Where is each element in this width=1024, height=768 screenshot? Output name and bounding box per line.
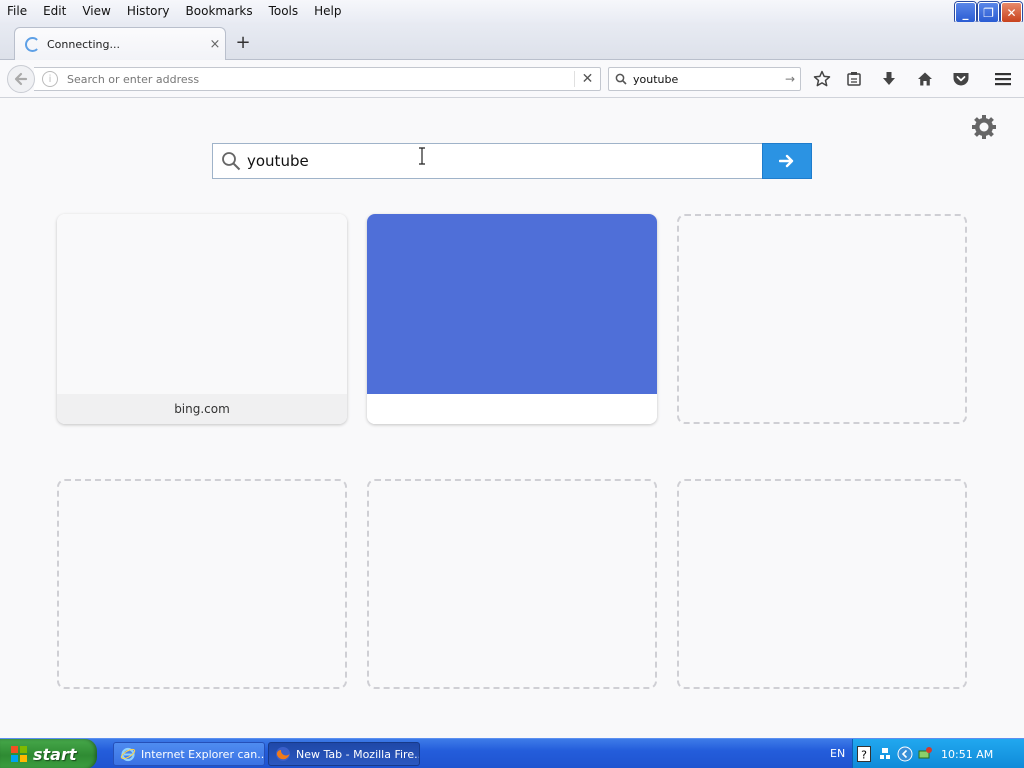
- taskbar-item-firefox[interactable]: New Tab - Mozilla Fire...: [268, 742, 420, 766]
- top-site-tile-bing[interactable]: bing.com: [57, 214, 347, 424]
- search-icon: [222, 152, 241, 171]
- menu-help[interactable]: Help: [306, 0, 349, 22]
- menu-bookmarks[interactable]: Bookmarks: [178, 0, 261, 22]
- restore-button[interactable]: ❐: [978, 2, 999, 23]
- firefox-icon: [276, 747, 290, 761]
- pocket-icon[interactable]: [950, 69, 972, 89]
- new-tab-plus-icon[interactable]: +: [234, 34, 252, 52]
- menu-history[interactable]: History: [119, 0, 178, 22]
- bookmark-star-icon[interactable]: [811, 69, 833, 89]
- newtab-search-go-button[interactable]: [762, 143, 812, 179]
- internet-explorer-icon: [120, 747, 136, 762]
- arrow-right-icon: [779, 154, 794, 168]
- tab-close-icon[interactable]: ×: [205, 37, 225, 52]
- text-cursor-icon: [419, 147, 425, 165]
- bookmarks-menu-icon[interactable]: [843, 69, 865, 89]
- hamburger-menu-icon[interactable]: [992, 69, 1014, 89]
- address-input[interactable]: [67, 72, 574, 86]
- search-bar[interactable]: →: [608, 67, 801, 91]
- loading-spinner-icon: [25, 37, 40, 52]
- tab-title: Connecting...: [47, 38, 120, 51]
- start-button[interactable]: start: [0, 739, 97, 768]
- menu-file[interactable]: File: [0, 0, 35, 22]
- tab-strip: Connecting... × +: [0, 22, 1024, 61]
- chevron-left-icon[interactable]: [897, 746, 913, 762]
- minimize-button[interactable]: _: [955, 2, 976, 23]
- taskbar-item-label: Internet Explorer can...: [141, 747, 265, 761]
- windows-logo-icon: [11, 746, 27, 762]
- network-icon[interactable]: [879, 747, 891, 761]
- search-input[interactable]: [633, 72, 780, 86]
- menu-bar: File Edit View History Bookmarks Tools H…: [0, 0, 1024, 23]
- svg-text:?: ?: [861, 749, 867, 762]
- address-bar[interactable]: i ✕: [34, 67, 601, 91]
- taskbar-item-label: New Tab - Mozilla Fire...: [296, 747, 420, 761]
- help-icon[interactable]: ?: [857, 746, 871, 762]
- tile-caption: bing.com: [57, 394, 347, 424]
- menu-edit[interactable]: Edit: [35, 0, 74, 22]
- back-arrow-icon: [14, 72, 28, 86]
- empty-tile-placeholder: [367, 479, 657, 689]
- new-tab-page: bing.com: [0, 99, 1024, 738]
- menu-view[interactable]: View: [74, 0, 118, 22]
- home-icon[interactable]: [914, 69, 936, 89]
- newtab-search-field[interactable]: [212, 143, 762, 179]
- taskbar: start Internet Explorer can... New Tab -…: [0, 738, 1024, 768]
- downloads-icon[interactable]: [878, 69, 900, 89]
- clock[interactable]: 10:51 AM: [941, 748, 993, 761]
- tile-thumbnail: [57, 214, 347, 394]
- taskbar-item-internet-explorer[interactable]: Internet Explorer can...: [113, 742, 265, 766]
- newtab-search-box: [212, 143, 812, 179]
- language-indicator[interactable]: EN: [830, 747, 845, 760]
- navigation-toolbar: i ✕ →: [0, 60, 1024, 98]
- tile-thumbnail: [367, 214, 657, 394]
- search-go-arrow-icon[interactable]: →: [780, 72, 800, 86]
- tile-caption: [367, 394, 657, 424]
- safely-remove-hardware-icon[interactable]: [917, 746, 933, 762]
- clear-address-icon[interactable]: ✕: [574, 71, 600, 87]
- start-label: start: [33, 744, 77, 764]
- search-icon: [615, 73, 627, 85]
- system-tray: EN ? 10:51 AM: [830, 739, 1024, 768]
- empty-tile-placeholder: [57, 479, 347, 689]
- menu-tools[interactable]: Tools: [261, 0, 307, 22]
- back-button[interactable]: [7, 65, 35, 93]
- gear-icon[interactable]: [969, 112, 999, 142]
- close-window-button[interactable]: ✕: [1001, 2, 1022, 23]
- empty-tile-placeholder: [677, 479, 967, 689]
- top-site-tile[interactable]: [367, 214, 657, 424]
- info-icon[interactable]: i: [42, 71, 58, 87]
- newtab-search-input[interactable]: [247, 152, 762, 170]
- tab-connecting[interactable]: Connecting... ×: [14, 27, 226, 61]
- window-controls: _ ❐ ✕: [955, 2, 1022, 23]
- empty-tile-placeholder: [677, 214, 967, 424]
